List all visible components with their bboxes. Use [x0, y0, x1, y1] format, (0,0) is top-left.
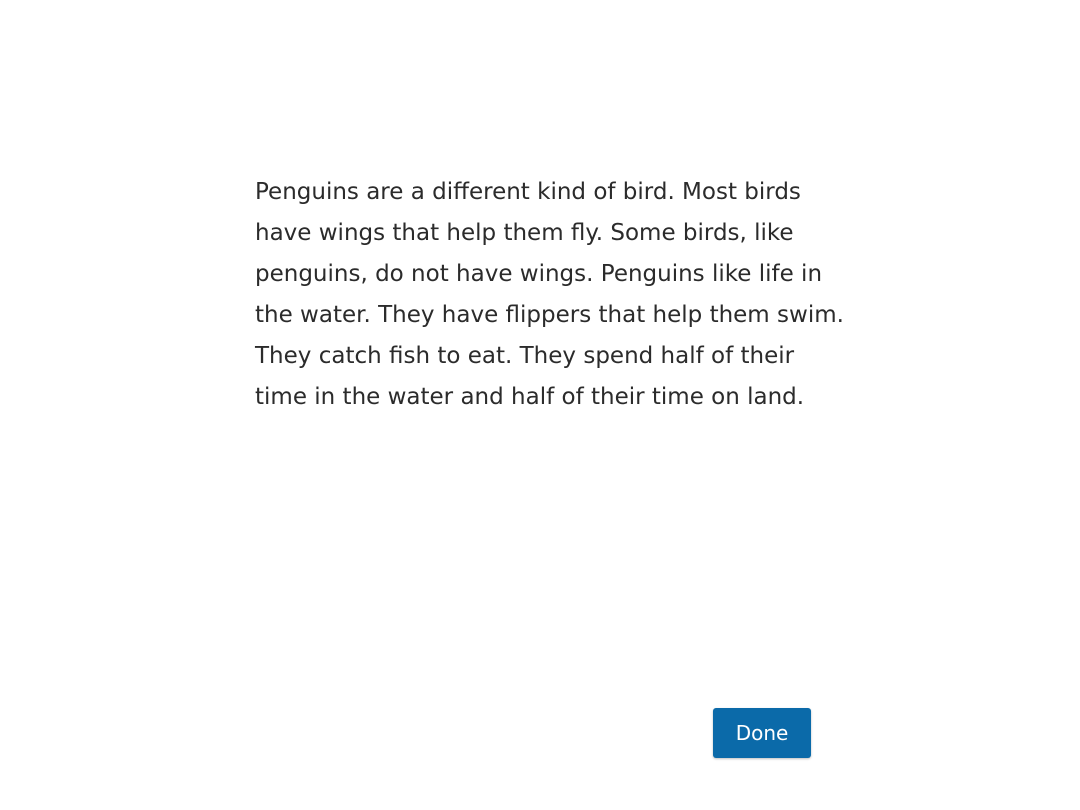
passage-text: Penguins are a different kind of bird. M… — [255, 179, 844, 410]
done-button[interactable]: Done — [713, 708, 811, 758]
reading-passage-panel: Penguins are a different kind of bird. M… — [255, 172, 845, 418]
